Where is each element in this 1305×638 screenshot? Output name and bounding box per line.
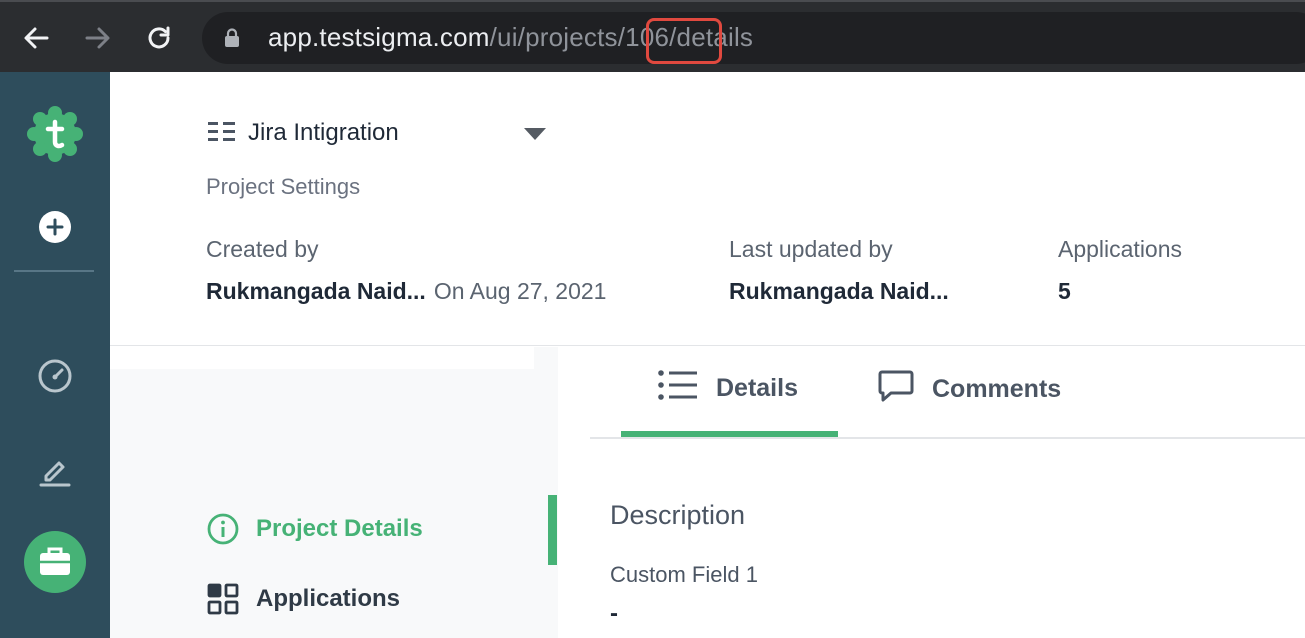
panel-top-strip: [110, 347, 534, 369]
add-button[interactable]: [0, 210, 110, 244]
sidebar-divider: [14, 270, 94, 272]
info-icon: [206, 512, 240, 546]
project-name[interactable]: Jira Intigration: [248, 119, 399, 147]
tab-label: Details: [716, 374, 798, 402]
reload-icon: [148, 26, 170, 49]
sidebar-item-projects[interactable]: [0, 530, 110, 594]
nav-item-project-details[interactable]: Project Details: [206, 512, 423, 546]
active-indicator: [548, 495, 557, 565]
main-content: Jira Intigration Project Settings Create…: [110, 72, 1305, 638]
detail-tabs: Details Comments: [590, 347, 1305, 439]
app-sidebar: [0, 72, 110, 638]
tab-label: Comments: [932, 375, 1062, 403]
testsigma-logo[interactable]: [0, 104, 110, 164]
tab-comments[interactable]: Comments: [878, 369, 1061, 410]
dashboard-gauge-icon: [38, 359, 72, 393]
briefcase-icon: [24, 531, 86, 593]
created-on-date: On Aug 27, 2021: [433, 278, 607, 304]
project-subtitle: Project Settings: [206, 174, 361, 199]
plus-circle-icon: [39, 211, 71, 243]
browser-toolbar: app.testsigma.com/ui/projects/106/detail…: [0, 0, 1305, 72]
forward-arrow-icon: [85, 27, 110, 49]
nav-item-applications[interactable]: Applications: [206, 582, 400, 616]
list-icon: [658, 369, 698, 408]
project-dropdown-caret-icon[interactable]: [524, 128, 546, 140]
description-heading: Description: [610, 500, 746, 530]
active-tab-underline: [621, 431, 838, 437]
custom-field-label: Custom Field 1: [610, 562, 758, 587]
nav-item-label: Applications: [256, 585, 401, 612]
applications-count: 5: [1058, 278, 1071, 304]
url-host: app.testsigma.com: [268, 22, 490, 52]
url-highlight-box: [646, 18, 722, 64]
sidebar-item-dashboard[interactable]: [0, 358, 110, 394]
created-by-name: Rukmangada Naid...: [206, 278, 426, 304]
back-button[interactable]: [18, 20, 54, 56]
nav-item-label: Project Details: [256, 515, 423, 542]
reload-button[interactable]: [141, 20, 177, 56]
tab-details[interactable]: Details: [658, 369, 798, 408]
pencil-icon: [39, 461, 71, 487]
grid-icon: [206, 582, 240, 616]
last-updated-label: Last updated by: [729, 236, 893, 262]
sidebar-item-author[interactable]: [0, 452, 110, 488]
lock-icon: [225, 28, 239, 47]
custom-field-value: -: [610, 600, 618, 627]
back-arrow-icon: [24, 27, 49, 49]
project-list-icon: [208, 122, 235, 141]
testsigma-logo-icon: [27, 106, 83, 162]
forward-button[interactable]: [80, 20, 116, 56]
applications-label: Applications: [1058, 236, 1183, 262]
created-by-label: Created by: [206, 236, 319, 262]
comment-icon: [878, 369, 914, 410]
address-bar[interactable]: app.testsigma.com/ui/projects/106/detail…: [202, 12, 1305, 64]
last-updated-value: Rukmangada Naid...: [729, 278, 949, 304]
created-by-value: Rukmangada Naid... On Aug 27, 2021: [206, 278, 606, 305]
settings-nav-panel: Project Details Applications: [110, 347, 558, 638]
project-header: Jira Intigration Project Settings Create…: [110, 72, 1305, 346]
